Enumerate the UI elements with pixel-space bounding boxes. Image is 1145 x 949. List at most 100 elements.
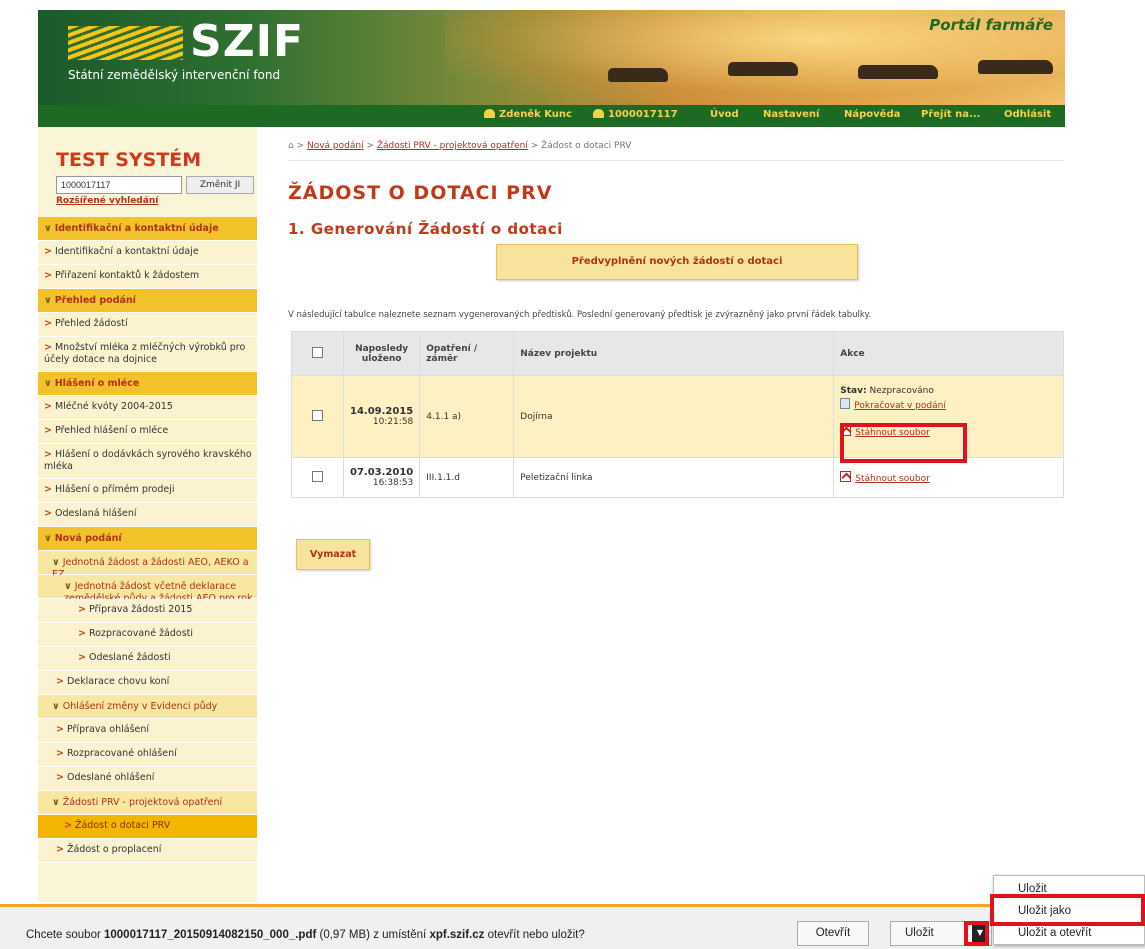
sidebar-item-24[interactable]: > Žádost o dotaci PRV [38,815,257,839]
sidebar-item-10[interactable]: > Hlášení o přímém prodeji [38,479,257,503]
sidebar-item-label: Rozpracované žádosti [88,628,194,639]
user-icon [593,109,604,118]
status-label: Stav: [840,386,867,396]
sidebar-category-3[interactable]: ∨ Přehled podání [38,289,257,313]
sidebar-item-label: Přiřazení kontaktů k žádostem [54,270,200,281]
project-name-cell: Peletizační linka [513,457,835,498]
chevron-right-icon: > [44,270,52,281]
actions-cell: Stáhnout soubor [833,457,1064,498]
saved-date: 07.03.2010 [350,467,414,478]
download-action[interactable]: Stáhnout soubor [840,471,1057,484]
sidebar-item-11[interactable]: > Odeslaná hlášení [38,503,257,527]
sidebar-item-8[interactable]: > Přehled hlášení o mléce [38,420,257,444]
chevron-right-icon: > [78,652,86,663]
sidebar-item-23[interactable]: ∨ Žádosti PRV - projektová opatření [38,791,257,815]
download-link[interactable]: Stáhnout soubor [855,474,930,484]
select-all-checkbox[interactable] [312,346,323,358]
sidebar-item-7[interactable]: > Mléčné kvóty 2004-2015 [38,396,257,420]
status-value: Nezpracováno [869,386,934,396]
chevron-down-icon: ∨ [52,797,60,808]
sidebar-item-20[interactable]: > Příprava ohlášení [38,719,257,743]
sidebar-item-label: Přehled žádostí [54,318,128,329]
nav-link-prejit[interactable]: Přejít na... [921,109,980,120]
sidebar-item-17[interactable]: > Odeslané žádosti [38,647,257,671]
sidebar-item-label: Žádost o proplacení [66,844,162,855]
sidebar-item-16[interactable]: > Rozpracované žádosti [38,623,257,647]
col-header-saved[interactable]: Naposledy uloženo [342,331,421,376]
row-select-cell [291,457,344,498]
continue-link[interactable]: Pokračovat v podání [854,401,946,411]
col-header-name[interactable]: Název projektu [513,331,835,376]
chevron-right-icon: > [44,508,52,519]
breadcrumb-item[interactable]: Nová podání [307,141,364,151]
sidebar-item-label: Hlášení o mléce [54,378,140,389]
breadcrumb-current: Žádost o dotaci PRV [541,141,632,151]
nav-link-napoveda[interactable]: Nápověda [844,109,900,120]
sidebar-item-label: Mléčné kvóty 2004-2015 [54,401,173,412]
delete-button[interactable]: Vymazat [296,539,370,570]
chevron-down-icon: ∨ [44,223,52,234]
chevron-down-icon: ∨ [52,701,60,712]
sidebar-item-9[interactable]: > Hlášení o dodávkách syrového kravského … [38,444,257,479]
chevron-down-icon: ∨ [44,533,52,544]
sidebar-item-1[interactable]: > Identifikační a kontaktní údaje [38,241,257,265]
advanced-search-link[interactable]: Rozšířené vyhledání [56,196,158,206]
sidebar-item-label: Odeslaná hlášení [54,508,137,519]
chevron-right-icon: > [56,676,64,687]
sidebar-category-12[interactable]: ∨ Nová podání [38,527,257,551]
sidebar-category-0[interactable]: ∨ Identifikační a kontaktní údaje [38,217,257,241]
document-edit-icon [840,398,851,409]
sidebar-item-25[interactable]: > Žádost o proplacení [38,839,257,863]
nav-link-nastaveni[interactable]: Nastavení [763,109,819,120]
chevron-right-icon: > [78,604,86,615]
continue-action[interactable]: Pokračovat v podání [840,398,1057,411]
change-ji-button[interactable]: Změnit JI [186,176,254,194]
szif-logo-text[interactable]: SZIF [190,16,304,67]
sidebar-item-label: Rozpracované ohlášení [66,748,177,759]
sidebar-item-18[interactable]: > Deklarace chovu koní [38,671,257,695]
sidebar-item-15[interactable]: > Příprava žádosti 2015 [38,599,257,623]
prefill-applications-button[interactable]: Předvyplnění nových žádostí o dotaci [496,244,858,280]
home-icon[interactable]: ⌂ [288,141,294,151]
chevron-right-icon: > [44,401,52,412]
sidebar-item-14[interactable]: ∨Jednotná žádost včetně deklarace zemědě… [38,575,257,616]
header-banner: SZIF Státní zemědělský intervenční fond … [38,10,1065,127]
nav-link-uvod[interactable]: Úvod [710,109,739,120]
sidebar-item-label: Přehled hlášení o mléce [54,425,169,436]
nav-account[interactable]: 1000017117 [593,109,678,120]
sidebar-item-4[interactable]: > Přehled žádostí [38,313,257,337]
sidebar-item-2[interactable]: > Přiřazení kontaktů k žádostem [38,265,257,289]
ji-input[interactable] [56,176,182,194]
szif-logo-mark[interactable] [68,26,183,60]
measure-cell: 4.1.1 a) [419,375,515,458]
chevron-right-icon: > [78,628,86,639]
chevron-down-icon: ∨ [44,295,52,306]
col-header-measure[interactable]: Opatření / záměr [419,331,515,376]
breadcrumb-item[interactable]: Žádosti PRV - projektová opatření [377,141,528,151]
row-select-cell [291,375,344,458]
sidebar-item-label: Příprava žádosti 2015 [88,604,193,615]
sidebar-item-5[interactable]: > Množství mléka z mléčných výrobků pro ú… [38,337,257,372]
sidebar-item-21[interactable]: > Rozpracované ohlášení [38,743,257,767]
download-filename: 1000017117_20150914082150_000_.pdf [104,929,317,941]
sidebar-item-19[interactable]: ∨ Ohlášení změny v Evidenci půdy [38,695,257,719]
section-title: 1. Generování Žádostí o dotaci [288,220,563,238]
breadcrumb: ⌂ > Nová podání > Žádosti PRV - projekto… [288,141,632,151]
nav-link-odhlasit[interactable]: Odhlásit [1004,109,1051,120]
szif-logo-subtitle: Státní zemědělský intervenční fond [68,68,281,82]
sidebar-item-label: Odeslané ohlášení [66,772,155,783]
saved-time: 10:21:58 [372,417,414,427]
page-title: ŽÁDOST O DOTACI PRV [288,182,553,204]
row-checkbox[interactable] [312,470,323,482]
row-checkbox[interactable] [312,409,323,421]
cow-silhouette [728,62,798,76]
sidebar-item-22[interactable]: > Odeslané ohlášení [38,767,257,791]
nav-user[interactable]: Zdeněk Kunc [484,109,572,120]
chevron-down-icon: ∨ [52,557,60,568]
sidebar-item-13[interactable]: ∨Jednotná žádost a žádosti AEO, AEKO a E… [38,551,257,580]
sidebar-category-6[interactable]: ∨ Hlášení o mléce [38,372,257,396]
sidebar-item-label: Hlášení o přímém prodeji [54,484,175,495]
table-header-row: Naposledy uloženo Opatření / záměr Název… [291,331,1064,376]
open-button[interactable]: Otevřít [797,921,869,946]
applications-table: Naposledy uloženo Opatření / záměr Název… [291,331,1064,498]
